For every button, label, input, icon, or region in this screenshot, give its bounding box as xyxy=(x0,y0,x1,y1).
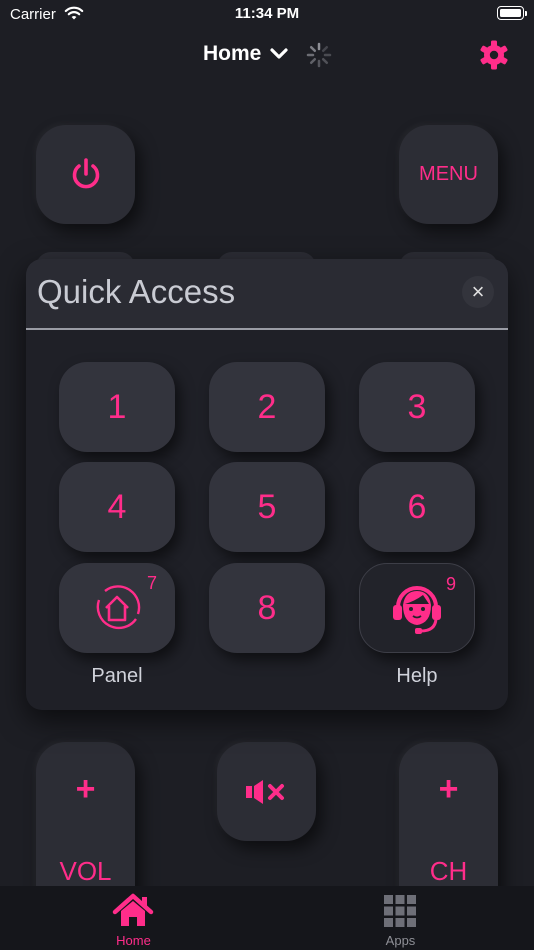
loading-spinner-icon xyxy=(306,42,332,68)
close-button[interactable]: × xyxy=(462,276,494,308)
tab-apps-label: Apps xyxy=(385,933,416,948)
key-4-label: 4 xyxy=(107,487,127,526)
channel-up-icon[interactable]: + xyxy=(439,770,459,809)
panel-title: Quick Access xyxy=(37,273,236,310)
volume-up-icon[interactable]: + xyxy=(76,770,96,809)
battery-icon xyxy=(497,6,527,20)
chevron-down-icon xyxy=(270,48,288,59)
help-number: 9 xyxy=(446,574,457,594)
home-panel-icon xyxy=(96,585,141,630)
key-5[interactable]: 5 xyxy=(209,462,325,552)
tab-home[interactable]: Home xyxy=(0,886,267,950)
ch-label: CH xyxy=(429,856,468,886)
mute-button[interactable] xyxy=(217,742,316,841)
key-4[interactable]: 4 xyxy=(59,462,175,552)
menu-button[interactable]: MENU xyxy=(399,125,498,224)
clock: 11:34 PM xyxy=(234,5,300,22)
tab-home-label: Home xyxy=(116,933,151,948)
panel-number: 7 xyxy=(147,573,158,593)
key-8-label: 8 xyxy=(257,588,277,627)
panel-header: Quick Access × xyxy=(26,259,508,329)
key-3-label: 3 xyxy=(407,387,427,426)
power-button[interactable] xyxy=(36,125,135,224)
header: Home xyxy=(0,36,534,76)
menu-label: MENU xyxy=(419,163,478,185)
close-icon: × xyxy=(471,279,485,304)
help-label: Help xyxy=(396,665,438,687)
key-8[interactable]: 8 xyxy=(209,563,325,653)
home-selector[interactable]: Home xyxy=(203,42,289,66)
panel-label: Panel xyxy=(91,665,143,687)
page-title: Home xyxy=(203,42,262,65)
key-2-label: 2 xyxy=(257,387,277,426)
quick-access-panel: Quick Access × 1 2 3 4 5 6 7 8 9 Panel H… xyxy=(26,259,508,710)
support-agent-icon xyxy=(393,586,441,634)
key-6-label: 6 xyxy=(407,487,427,526)
key-3[interactable]: 3 xyxy=(359,362,475,452)
tab-bar: Home Apps xyxy=(0,886,534,950)
key-1[interactable]: 1 xyxy=(59,362,175,452)
grid-icon xyxy=(384,895,416,927)
gear-icon[interactable] xyxy=(478,39,510,71)
key-2[interactable]: 2 xyxy=(209,362,325,452)
help-key[interactable]: 9 xyxy=(359,563,475,653)
key-6[interactable]: 6 xyxy=(359,462,475,552)
house-icon xyxy=(112,893,154,926)
status-bar: Carrier 11:34 PM xyxy=(0,0,534,30)
panel-key[interactable]: 7 xyxy=(59,563,175,653)
key-1-label: 1 xyxy=(107,387,127,426)
tab-apps[interactable]: Apps xyxy=(267,886,534,950)
panel-divider xyxy=(26,328,508,330)
key-5-label: 5 xyxy=(257,487,277,526)
mute-icon xyxy=(245,779,284,804)
power-icon xyxy=(72,157,99,188)
vol-label: VOL xyxy=(59,856,112,886)
